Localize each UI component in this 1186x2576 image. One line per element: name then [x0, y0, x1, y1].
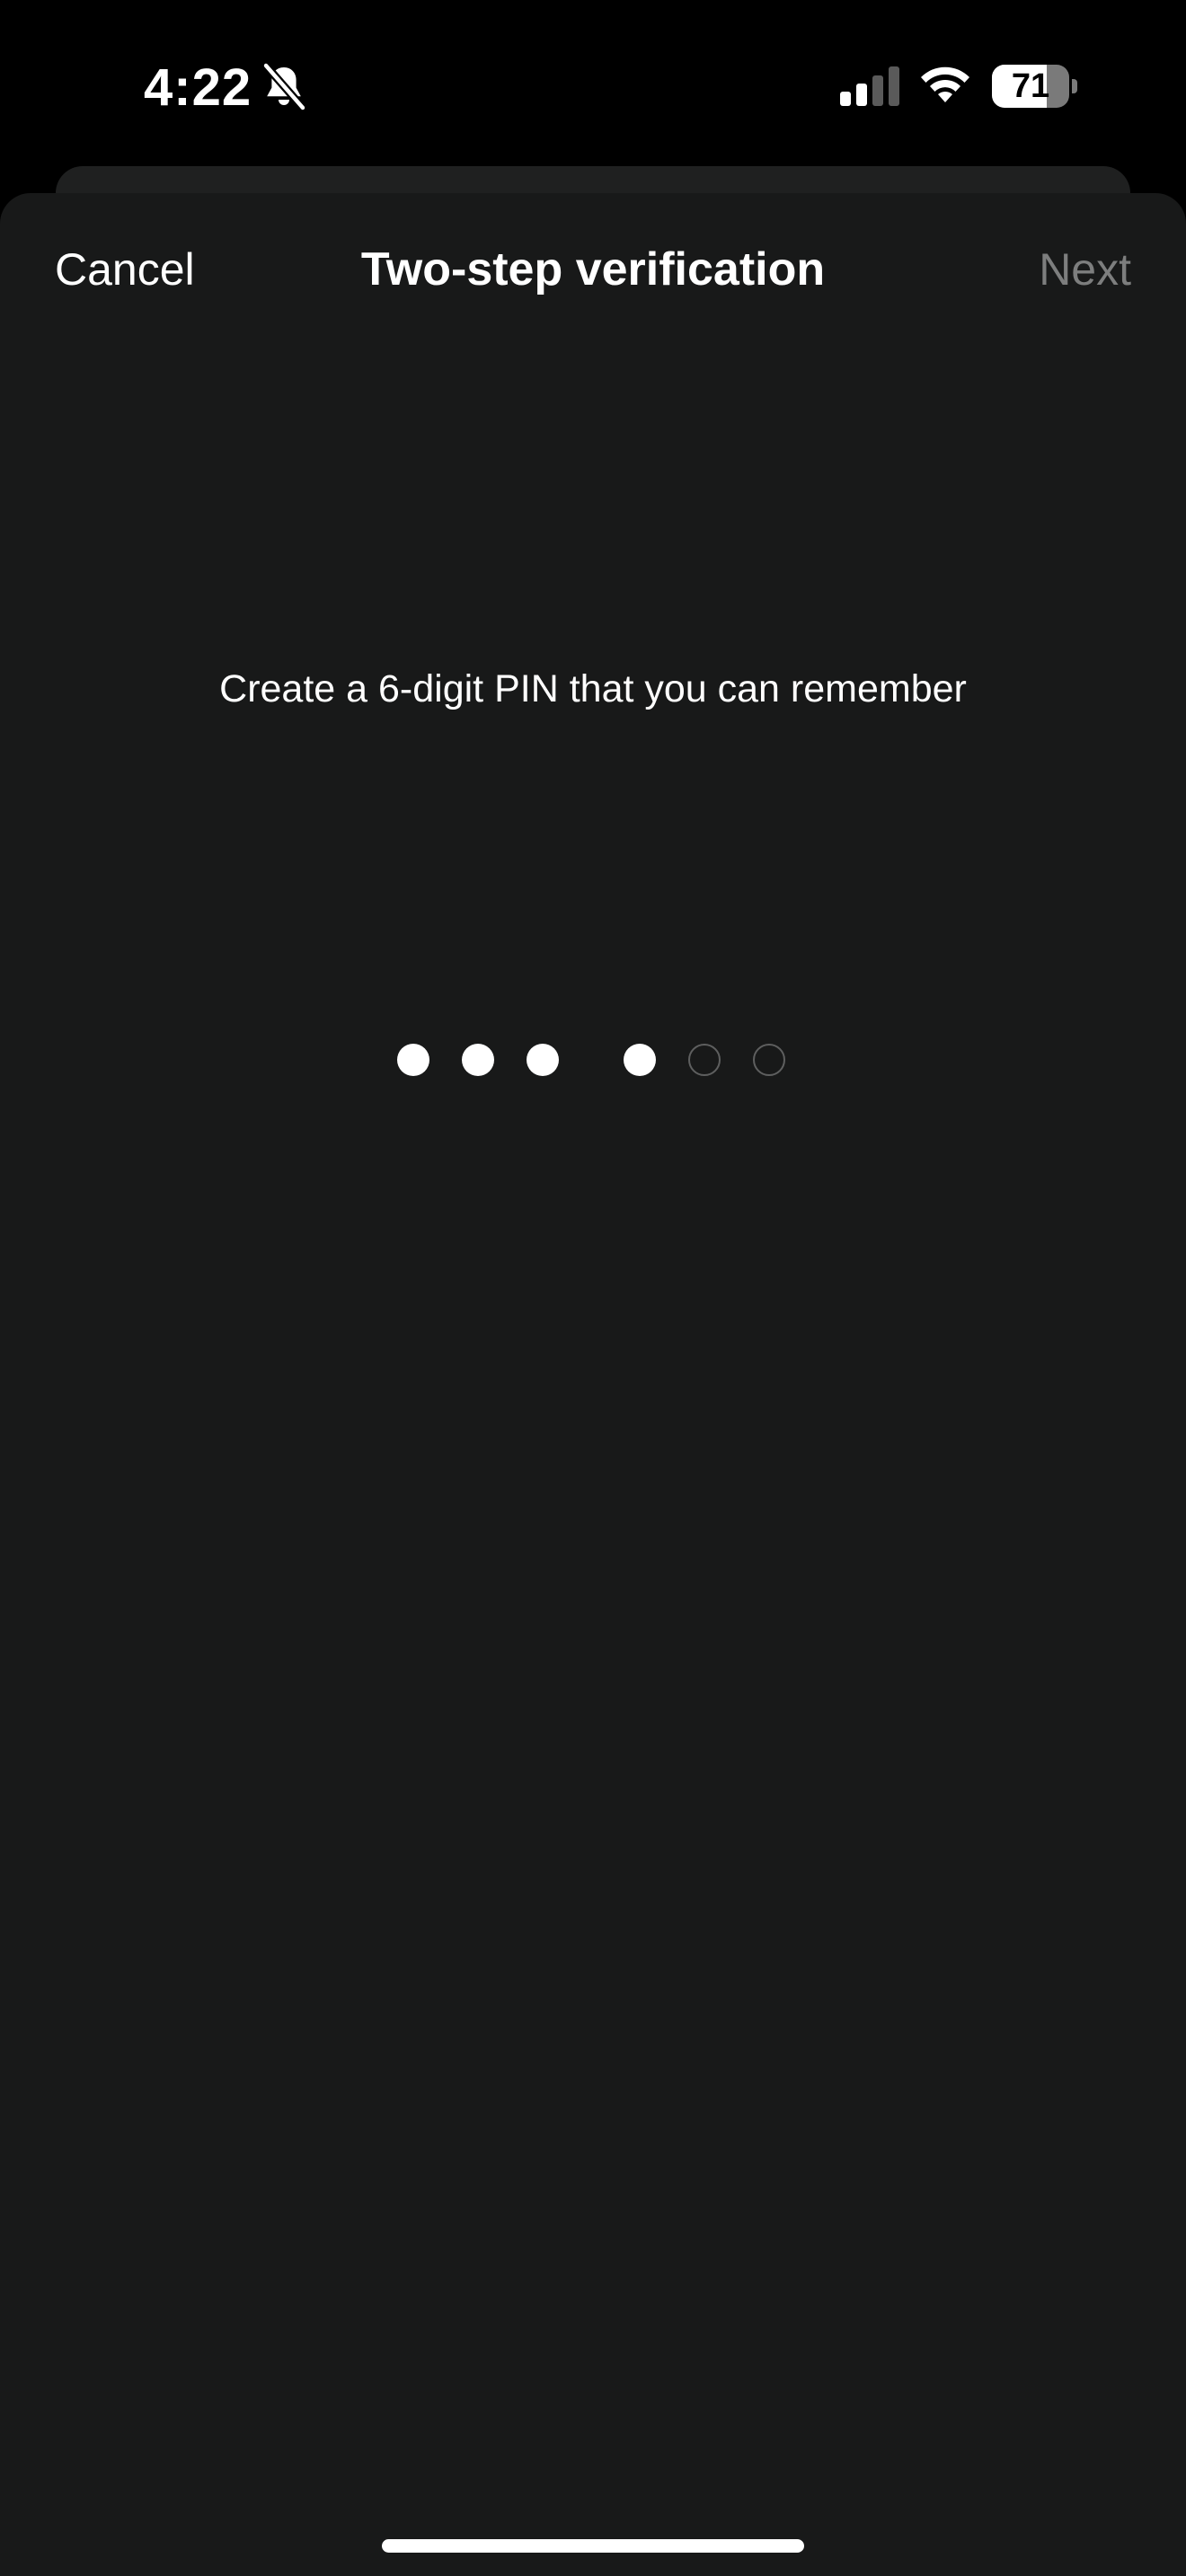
wifi-icon	[921, 66, 969, 102]
battery-level: 71	[1011, 67, 1050, 105]
battery-body: 71	[992, 65, 1069, 108]
pin-dot-filled	[462, 1044, 494, 1076]
bell-slash-icon	[261, 63, 307, 111]
pin-dot-filled	[527, 1044, 559, 1076]
status-time: 4:22	[144, 58, 252, 117]
home-indicator[interactable]	[382, 2539, 804, 2553]
next-button[interactable]: Next	[1039, 238, 1131, 301]
cellular-signal-icon	[840, 66, 899, 106]
status-bar: 4:22 71	[0, 0, 1186, 171]
pin-input[interactable]	[377, 1028, 809, 1091]
pin-dot-filled	[397, 1044, 429, 1076]
pin-dot-empty	[753, 1044, 785, 1076]
pin-prompt: Create a 6-digit PIN that you can rememb…	[219, 667, 967, 710]
verification-sheet: Cancel Two-step verification Next Create…	[0, 193, 1186, 2576]
battery-tip	[1072, 79, 1077, 93]
cancel-button[interactable]: Cancel	[55, 238, 195, 301]
pin-dot-filled	[624, 1044, 656, 1076]
battery-icon: 71	[992, 65, 1077, 108]
screen: 4:22 71 Cancel Two-step verification Nex…	[0, 0, 1186, 2576]
pin-dot-empty	[688, 1044, 721, 1076]
